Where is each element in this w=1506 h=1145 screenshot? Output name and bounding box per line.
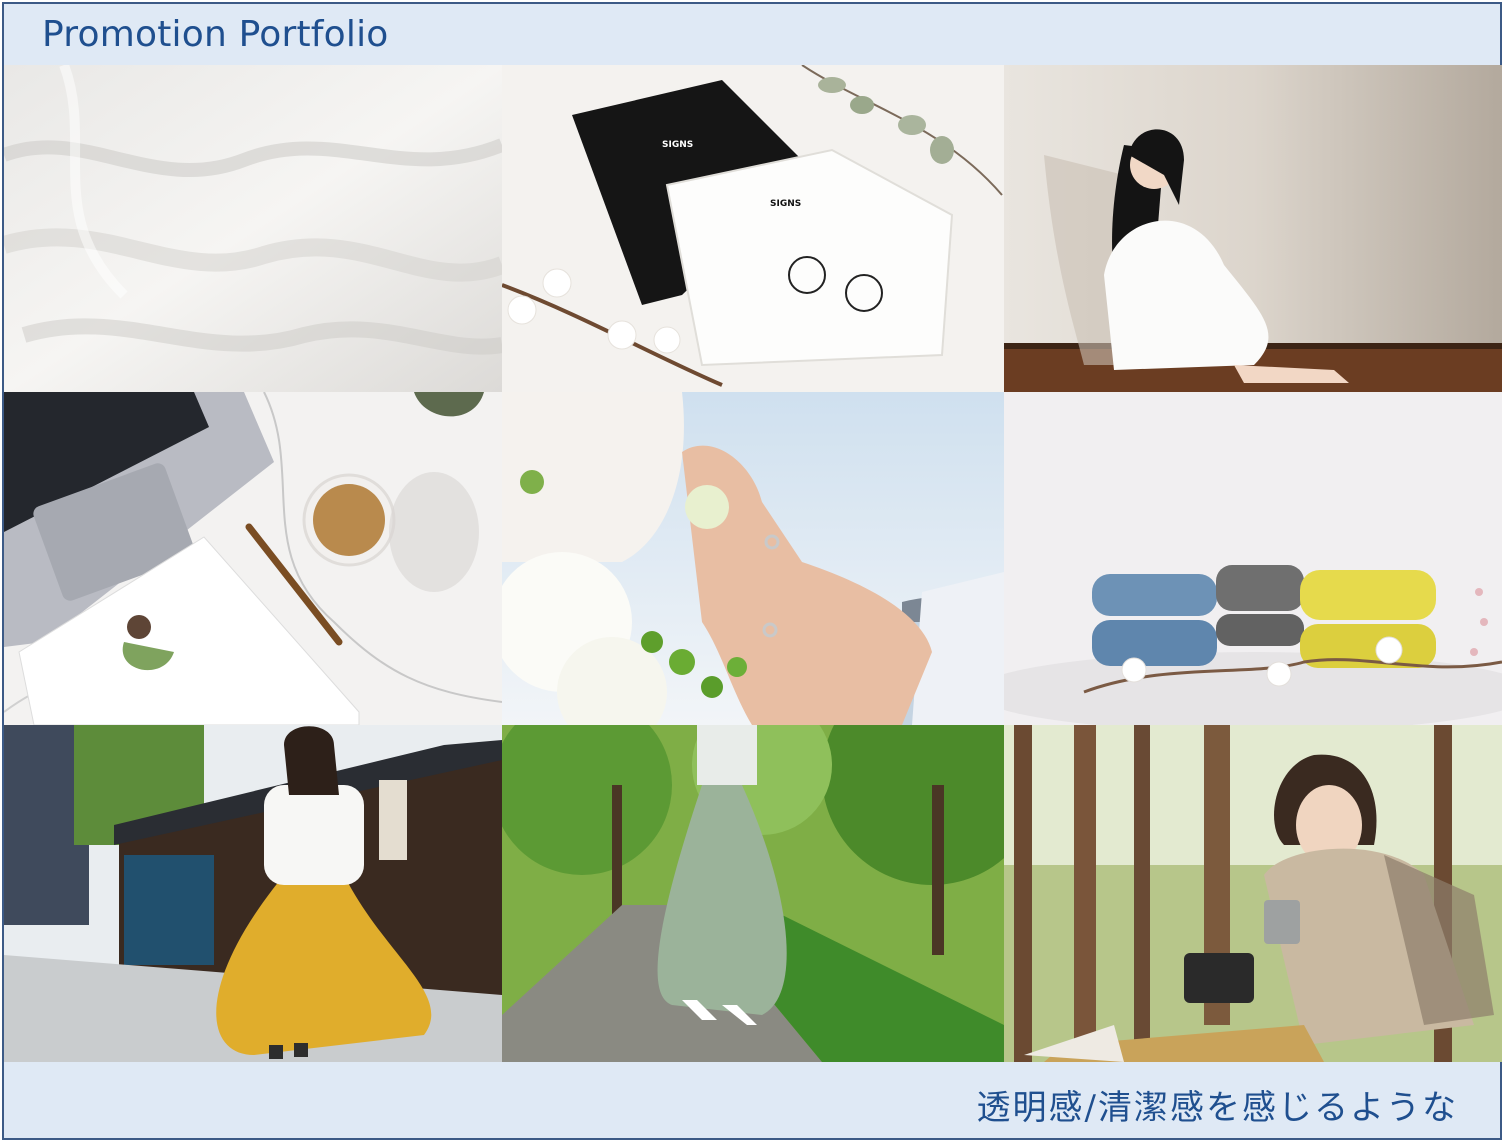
photo-white-fabric [4,65,502,392]
black-shirt-logo: SIGNS [662,140,693,150]
photo-wedding-hands [502,392,1004,725]
white-shirt-logo: SIGNS [770,199,801,209]
footer-caption: 透明感/清潔感を感じるような [976,1088,1458,1128]
photo-camping-woman [1004,725,1502,1062]
photo-woman-white-dress [1004,65,1502,392]
photo-yellow-skirt-street [4,725,502,1062]
photo-grid: SIGNS SIGNS [4,65,1502,1062]
page-title: Promotion Portfolio [42,14,389,55]
photo-folded-towels [1004,392,1502,725]
photo-laptop-coffee [4,392,502,725]
photo-tshirts-flatlay: SIGNS SIGNS [502,65,1004,392]
photo-green-skirt-path [502,725,1004,1062]
